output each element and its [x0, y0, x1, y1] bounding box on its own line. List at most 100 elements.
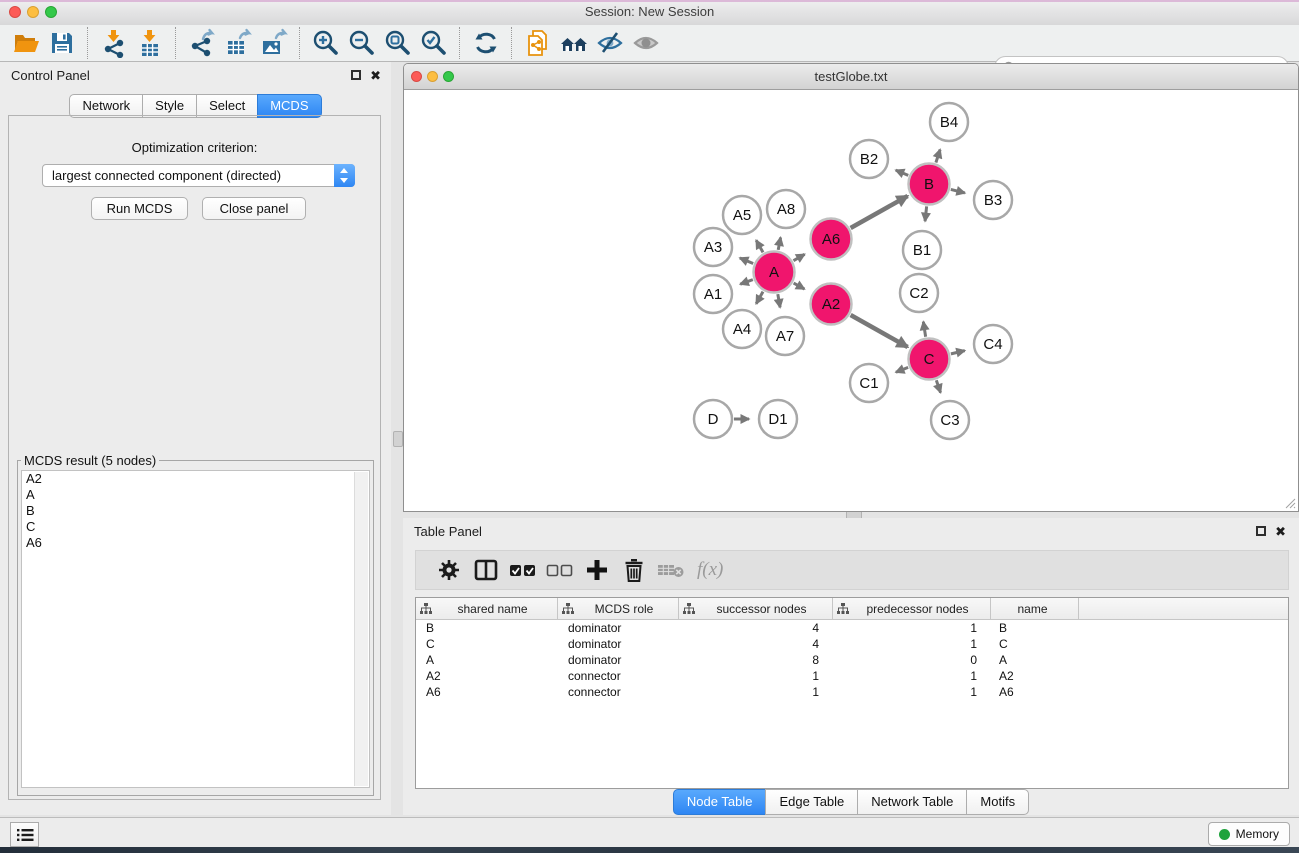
graph-edge-B-B1[interactable]: [925, 206, 927, 221]
graph-node-C3[interactable]: C3: [931, 401, 969, 439]
graph-edge-A-A2[interactable]: [794, 283, 805, 289]
dropdown-stepper-icon[interactable]: [334, 164, 355, 187]
table-row[interactable]: A2connector11A2: [416, 668, 1288, 684]
delete-table-button[interactable]: [652, 554, 689, 586]
table-cell[interactable]: 1: [679, 685, 833, 699]
zoom-out-button[interactable]: [344, 27, 380, 59]
graph-node-B[interactable]: B: [909, 164, 950, 205]
result-list-scrollbar[interactable]: [354, 472, 368, 786]
graph-edge-A-A6[interactable]: [793, 254, 804, 260]
graph-edge-B-B4[interactable]: [936, 150, 940, 163]
zoom-selected-button[interactable]: [416, 27, 452, 59]
run-mcds-button[interactable]: Run MCDS: [91, 197, 188, 220]
first-neighbors-button[interactable]: [556, 27, 592, 59]
tab-network-table[interactable]: Network Table: [857, 789, 967, 815]
graph-node-C1[interactable]: C1: [850, 364, 888, 402]
table-cell[interactable]: A: [991, 653, 1079, 667]
graph-node-D1[interactable]: D1: [759, 400, 797, 438]
graph-node-B4[interactable]: B4: [930, 103, 968, 141]
graph-edge-C-C2[interactable]: [923, 322, 925, 337]
graph-edge-C-C4[interactable]: [951, 351, 965, 354]
table-cell[interactable]: dominator: [558, 653, 679, 667]
graph-edge-C-C1[interactable]: [896, 367, 908, 372]
column-header-successor-nodes[interactable]: successor nodes: [679, 598, 833, 619]
deselect-all-button[interactable]: [541, 554, 578, 586]
network-window-titlebar[interactable]: testGlobe.txt: [404, 64, 1298, 90]
show-all-button[interactable]: [628, 27, 664, 59]
table-cell[interactable]: 4: [679, 621, 833, 635]
memory-status-button[interactable]: Memory: [1208, 822, 1290, 846]
table-cell[interactable]: 0: [833, 653, 991, 667]
table-cell[interactable]: A6: [991, 685, 1079, 699]
mcds-result-list[interactable]: A2ABCA6: [21, 470, 370, 788]
graph-edge-B-B3[interactable]: [951, 189, 965, 193]
table-cell[interactable]: dominator: [558, 637, 679, 651]
graph-edge-A-A3[interactable]: [740, 258, 753, 263]
delete-columns-button[interactable]: [615, 554, 652, 586]
graph-edge-A-A8[interactable]: [778, 237, 780, 249]
export-image-button[interactable]: [256, 27, 292, 59]
graph-edge-A-A1[interactable]: [740, 280, 753, 285]
table-cell[interactable]: C: [991, 637, 1079, 651]
create-column-button[interactable]: [578, 554, 615, 586]
graph-edge-A-A7[interactable]: [778, 294, 780, 307]
graph-edge-A2-C[interactable]: [851, 315, 908, 347]
result-list-item[interactable]: A6: [22, 535, 369, 551]
column-header-predecessor-nodes[interactable]: predecessor nodes: [833, 598, 991, 619]
table-cell[interactable]: connector: [558, 669, 679, 683]
graph-node-D[interactable]: D: [694, 400, 732, 438]
tab-node-table[interactable]: Node Table: [673, 789, 767, 815]
table-cell[interactable]: A6: [416, 685, 558, 699]
new-network-from-selection-button[interactable]: [520, 27, 556, 59]
graph-node-B1[interactable]: B1: [903, 231, 941, 269]
table-row[interactable]: Adominator80A: [416, 652, 1288, 668]
graph-node-A5[interactable]: A5: [723, 196, 761, 234]
table-cell[interactable]: A2: [416, 669, 558, 683]
graph-node-A6[interactable]: A6: [811, 219, 852, 260]
column-header-MCDS-role[interactable]: MCDS role: [558, 598, 679, 619]
hide-selected-button[interactable]: [592, 27, 628, 59]
graph-edge-A6-B[interactable]: [851, 196, 908, 228]
result-list-item[interactable]: B: [22, 503, 369, 519]
select-all-button[interactable]: [504, 554, 541, 586]
table-cell[interactable]: B: [416, 621, 558, 635]
table-cell[interactable]: B: [991, 621, 1079, 635]
table-settings-button[interactable]: [430, 554, 467, 586]
table-cell[interactable]: 1: [833, 669, 991, 683]
import-table-button[interactable]: [132, 27, 168, 59]
function-builder-button[interactable]: f(x): [697, 559, 723, 581]
table-row[interactable]: A6connector11A6: [416, 684, 1288, 700]
table-cell[interactable]: 1: [833, 637, 991, 651]
table-cell[interactable]: 1: [679, 669, 833, 683]
graph-node-B2[interactable]: B2: [850, 140, 888, 178]
close-panel-icon[interactable]: ✖: [370, 70, 381, 82]
graph-node-A[interactable]: A: [754, 252, 795, 293]
graph-node-A2[interactable]: A2: [811, 284, 852, 325]
float-panel-icon[interactable]: [1256, 526, 1266, 536]
graph-edge-A-A5[interactable]: [756, 240, 763, 252]
table-cell[interactable]: C: [416, 637, 558, 651]
import-network-button[interactable]: [96, 27, 132, 59]
graph-node-B3[interactable]: B3: [974, 181, 1012, 219]
result-list-item[interactable]: A: [22, 487, 369, 503]
table-cell[interactable]: A2: [991, 669, 1079, 683]
column-header-name[interactable]: name: [991, 598, 1079, 619]
network-canvas[interactable]: B4B2BB3A5A8A6B1A3AC2A1A2A4A7C4CC1C3DD1: [405, 90, 1297, 511]
result-list-item[interactable]: C: [22, 519, 369, 535]
graph-node-C2[interactable]: C2: [900, 274, 938, 312]
show-tasks-button[interactable]: [10, 822, 39, 847]
tab-motifs[interactable]: Motifs: [966, 789, 1029, 815]
table-cell[interactable]: dominator: [558, 621, 679, 635]
open-session-button[interactable]: [8, 27, 44, 59]
save-session-button[interactable]: [44, 27, 80, 59]
float-panel-icon[interactable]: [351, 70, 361, 80]
graph-node-A1[interactable]: A1: [694, 275, 732, 313]
graph-node-A4[interactable]: A4: [723, 310, 761, 348]
split-table-button[interactable]: [467, 554, 504, 586]
close-panel-button[interactable]: Close panel: [202, 197, 306, 220]
table-cell[interactable]: 4: [679, 637, 833, 651]
table-cell[interactable]: 1: [833, 685, 991, 699]
table-cell[interactable]: 8: [679, 653, 833, 667]
zoom-fit-button[interactable]: [380, 27, 416, 59]
table-row[interactable]: Bdominator41B: [416, 620, 1288, 636]
